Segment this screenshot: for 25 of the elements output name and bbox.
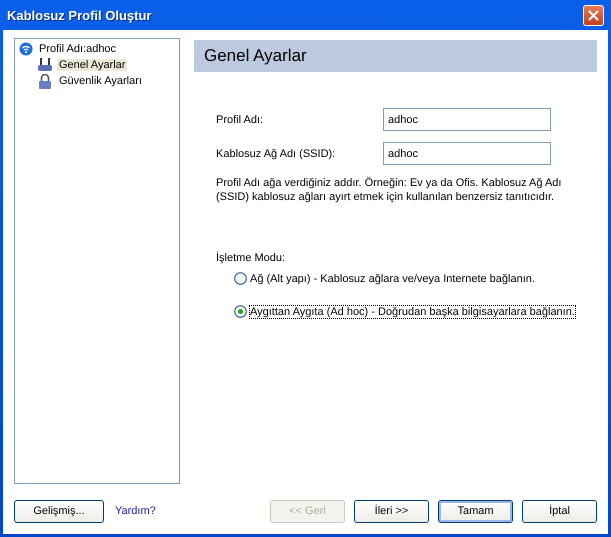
window-title: Kablosuz Profil Oluştur [7, 8, 152, 22]
dialog-button[interactable]: İleri >> [354, 500, 429, 522]
input-field[interactable]: adhoc [383, 108, 551, 131]
dialog-button[interactable]: İptal [522, 500, 597, 522]
tree-item[interactable]: Profil Adı:adhoc [37, 43, 118, 55]
field-label: Profil Adı: [216, 114, 264, 126]
lock-icon [37, 74, 53, 88]
tree-item[interactable]: Güvenlik Ayarları [57, 75, 144, 87]
wifi-globe-icon [19, 42, 33, 56]
close-button[interactable] [583, 4, 604, 26]
mode-label: İşletme Modu: [216, 252, 286, 264]
close-icon [588, 10, 599, 20]
radio-label[interactable]: Ağ (Alt yapı) - Kablosuz ağlara ve/veya Internete bağlanın. [250, 272, 535, 284]
description-text: Profil Adı ağa verdiğiniz addır. Örneğin: Ev ya da Ofis. Kablosuz Ağ Adı (SSID) kablosuz ağları ayırt etmek için kullanılan benzersiz tanıtıcıdır. [216, 176, 562, 204]
radio-button[interactable] [234, 272, 247, 285]
radio-button[interactable] [234, 305, 247, 318]
panel-header: Genel Ayarlar [194, 40, 597, 72]
router-icon [37, 58, 53, 72]
help-link[interactable]: Yardım? [115, 505, 156, 517]
tree-item[interactable]: Genel Ayarlar [57, 59, 128, 71]
radio-label[interactable]: Aygıttan Aygıta (Ad hoc) - Doğrudan başka bilgisayarlara bağlanın. [250, 306, 575, 318]
advanced-button[interactable]: Gelişmiş... [14, 500, 104, 522]
dialog-button[interactable]: Tamam [438, 500, 513, 522]
input-field[interactable]: adhoc [383, 142, 551, 165]
field-label: Kablosuz Ağ Adı (SSID): [216, 148, 336, 160]
